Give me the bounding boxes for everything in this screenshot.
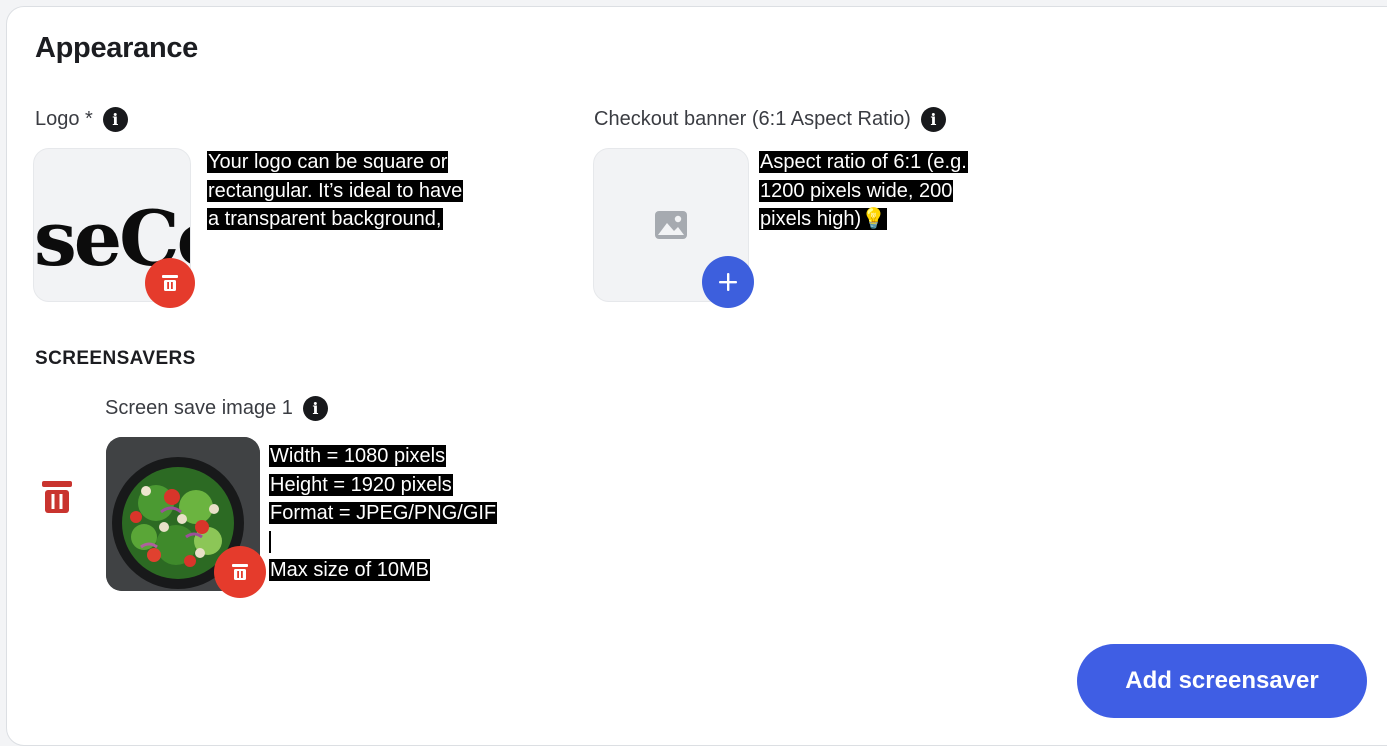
- logo-label: Logo *: [35, 108, 93, 130]
- screensaver-tooltip-line: Format = JPEG/PNG/GIF: [269, 502, 498, 524]
- banner-tooltip-line: 1200 pixels wide, 200: [759, 179, 954, 202]
- banner-add-button[interactable]: [702, 256, 754, 308]
- info-icon[interactable]: i: [302, 396, 328, 421]
- screensaver-image-delete-button[interactable]: [214, 546, 266, 598]
- banner-label-row: Checkout banner (6:1 Aspect Ratio) i: [594, 107, 946, 132]
- logo-tooltip: Your logo can be square or rectangular. …: [207, 148, 464, 234]
- logo-delete-button[interactable]: [145, 258, 195, 308]
- screensaver-tooltip-line: Height = 1920 pixels: [269, 473, 453, 496]
- trash-icon: [162, 275, 178, 291]
- trash-icon: [42, 481, 72, 513]
- info-icon[interactable]: i: [102, 107, 128, 132]
- screensavers-heading: SCREENSAVERS: [35, 348, 196, 369]
- page-title: Appearance: [35, 32, 199, 64]
- screensaver-tooltip-line: [269, 530, 271, 553]
- logo-tooltip-line: rectangular. It’s ideal to have: [207, 179, 464, 202]
- trash-icon: [232, 564, 248, 580]
- info-icon[interactable]: i: [920, 107, 946, 132]
- plus-icon: [719, 273, 737, 291]
- logo-tooltip-line: Your logo can be square or: [207, 151, 449, 173]
- logo-label-row: Logo * i: [35, 107, 128, 132]
- logo-tooltip-line: a transparent background,: [207, 208, 443, 230]
- banner-label: Checkout banner (6:1 Aspect Ratio): [594, 108, 911, 130]
- add-screensaver-button[interactable]: Add screensaver: [1077, 644, 1367, 718]
- screensaver-label: Screen save image 1: [105, 397, 293, 419]
- screensaver-tooltip: Width = 1080 pixels Height = 1920 pixels…: [269, 442, 498, 585]
- screensaver-tooltip-line: Max size of 10MB: [269, 559, 430, 581]
- screensaver-remove-button[interactable]: [40, 479, 74, 520]
- screensaver-label-row: Screen save image 1 i: [105, 396, 328, 421]
- banner-tooltip-line: Aspect ratio of 6:1 (e.g.: [759, 151, 968, 173]
- image-icon: [655, 211, 687, 239]
- screensaver-tooltip-line: Width = 1080 pixels: [269, 445, 447, 467]
- banner-tooltip-line: pixels high)💡: [759, 208, 888, 230]
- banner-tooltip: Aspect ratio of 6:1 (e.g. 1200 pixels wi…: [759, 148, 968, 234]
